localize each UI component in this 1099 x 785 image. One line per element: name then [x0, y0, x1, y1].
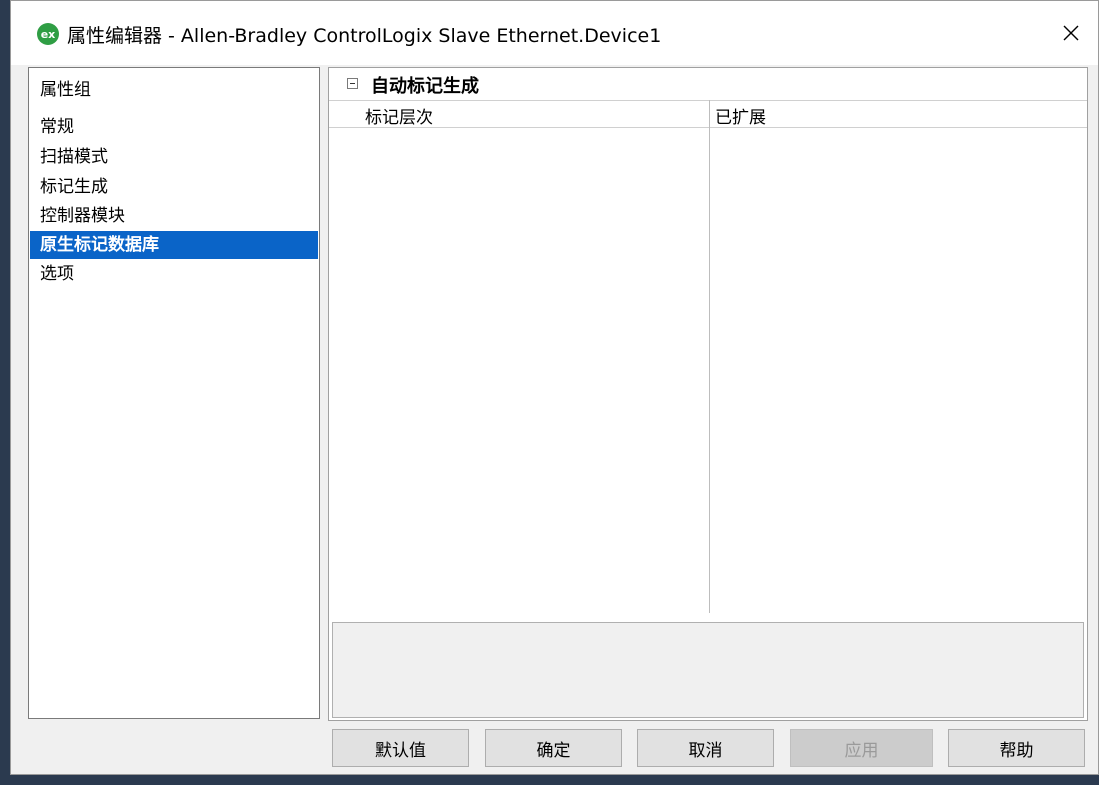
section-title: 自动标记生成 — [371, 76, 479, 97]
defaults-button[interactable]: 默认值 — [332, 729, 469, 767]
app-icon: ex — [37, 23, 59, 45]
section-header[interactable]: 自动标记生成 — [329, 68, 1087, 100]
description-box — [332, 622, 1084, 718]
title-bar[interactable]: ex 属性编辑器 - Allen-Bradley ControlLogix Sl… — [11, 1, 1098, 65]
column-header-row: 标记层次 已扩展 — [329, 100, 1087, 128]
apply-button: 应用 — [790, 729, 933, 767]
column-divider[interactable] — [709, 100, 710, 613]
group-item-general[interactable]: 常规 — [30, 113, 318, 141]
group-item-native-tag-database[interactable]: 原生标记数据库 — [30, 231, 318, 259]
property-group-header: 属性组 — [40, 80, 91, 100]
column-header-expanded[interactable]: 已扩展 — [715, 103, 766, 128]
help-button[interactable]: 帮助 — [948, 729, 1085, 767]
close-button[interactable] — [1044, 1, 1098, 65]
property-editor-window: ex 属性编辑器 - Allen-Bradley ControlLogix Sl… — [10, 0, 1099, 775]
minus-box-icon[interactable] — [347, 78, 358, 89]
group-item-controller-module[interactable]: 控制器模块 — [30, 202, 318, 230]
column-header-tag-hierarchy[interactable]: 标记层次 — [365, 103, 433, 128]
close-icon — [1063, 25, 1079, 41]
group-item-options[interactable]: 选项 — [30, 260, 318, 288]
cancel-button[interactable]: 取消 — [637, 729, 774, 767]
property-group-list: 属性组 常规 扫描模式 标记生成 控制器模块 原生标记数据库 选项 — [28, 67, 320, 719]
property-grid: 自动标记生成 标记层次 已扩展 — [328, 67, 1088, 721]
group-item-tag-generation[interactable]: 标记生成 — [30, 173, 318, 201]
group-item-scan-mode[interactable]: 扫描模式 — [30, 143, 318, 171]
ok-button[interactable]: 确定 — [485, 729, 622, 767]
window-title: 属性编辑器 - Allen-Bradley ControlLogix Slave… — [67, 25, 662, 47]
